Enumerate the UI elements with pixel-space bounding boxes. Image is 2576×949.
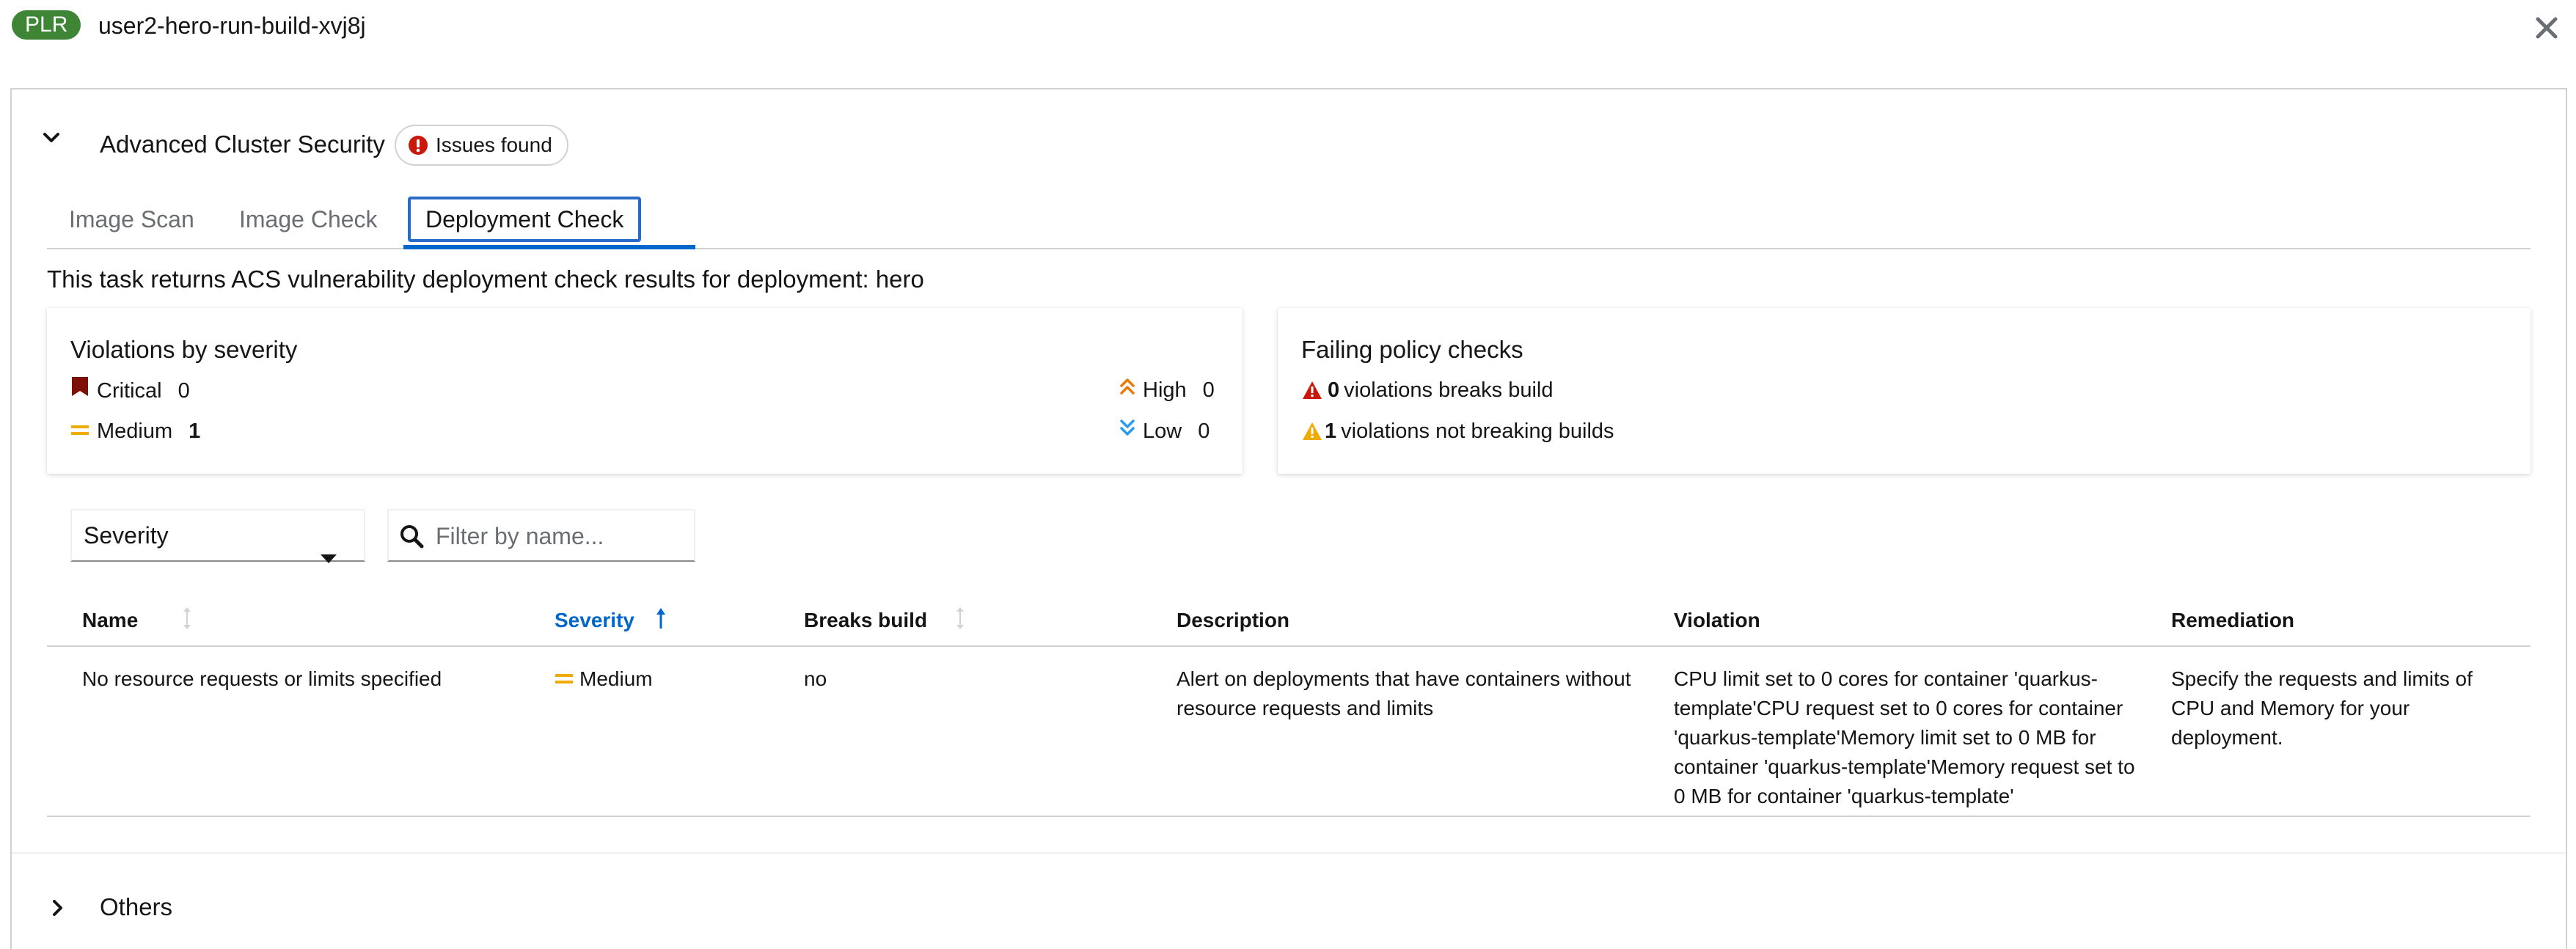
column-header-name[interactable]: Name — [82, 594, 192, 647]
arrows-alt-v-icon — [182, 606, 192, 636]
table-row: No resource requests or limits specified… — [47, 648, 2531, 817]
chevron-down-icon — [43, 133, 59, 142]
active-tab-indicator — [403, 245, 695, 249]
others-section-toggle[interactable] — [43, 893, 72, 923]
cell-name: No resource requests or limits specified — [82, 667, 442, 690]
tab-image-scan[interactable]: Image Scan — [69, 197, 194, 242]
medium-value: 1 — [189, 419, 201, 443]
not-breaking-count: 1 violations not breaking builds — [1301, 417, 1614, 446]
cell-breaks-build: no — [804, 667, 827, 690]
close-button[interactable] — [2532, 13, 2561, 43]
tab-deployment-check[interactable]: Deployment Check — [408, 197, 642, 242]
breaks-build-text: violations breaks build — [1344, 378, 1554, 402]
severity-select-value: Severity — [84, 522, 169, 549]
arrows-alt-v-icon — [955, 606, 965, 636]
table-header: Name Severity Breaks build Description V… — [47, 594, 2531, 647]
equals-icon — [70, 417, 89, 446]
low-value: 0 — [1198, 419, 1210, 443]
column-header-description: Description — [1177, 609, 1290, 631]
filter-by-name-input[interactable] — [434, 516, 684, 556]
pipeline-run-title: user2-hero-run-build-xvj8j — [98, 12, 366, 39]
chevron-right-icon — [53, 900, 62, 916]
exclamation-triangle-icon — [1303, 381, 1322, 399]
severity-value: Medium — [579, 667, 653, 690]
breaks-build-number: 0 — [1328, 378, 1340, 402]
not-breaking-text: violations not breaking builds — [1341, 419, 1614, 443]
angle-double-down-icon — [1119, 417, 1135, 446]
cell-severity: Medium — [555, 664, 653, 694]
column-label: Name — [82, 609, 139, 631]
card-title: Failing policy checks — [1301, 336, 1523, 363]
critical-label: Critical — [97, 378, 162, 403]
search-icon — [399, 524, 424, 552]
violations-by-severity-card: Violations by severity Critical 0 Medium… — [47, 308, 1243, 474]
caret-down-icon — [320, 531, 337, 581]
angle-double-up-icon — [1119, 375, 1135, 405]
issues-status-badge: Issues found — [395, 125, 568, 166]
column-header-violation: Violation — [1674, 609, 1760, 631]
equals-icon — [555, 674, 573, 684]
breaks-build-count: 0 violations breaks build — [1301, 375, 1553, 405]
medium-count: Medium 1 — [70, 417, 200, 446]
high-count: High 0 — [1119, 375, 1215, 405]
section-title: Advanced Cluster Security — [100, 131, 385, 158]
cell-description: Alert on deployments that have container… — [1177, 667, 1631, 719]
tab-image-check[interactable]: Image Check — [239, 197, 378, 242]
plr-badge: PLR — [12, 10, 81, 40]
long-arrow-up-icon — [655, 607, 667, 635]
low-label: Low — [1143, 419, 1182, 443]
drawer-header: PLR user2-hero-run-build-xvj8j — [0, 0, 2576, 59]
column-label: Breaks build — [804, 609, 928, 631]
column-header-remediation: Remediation — [2171, 609, 2295, 631]
high-label: High — [1143, 378, 1187, 402]
others-section-title: Others — [100, 893, 173, 920]
acs-section-toggle[interactable] — [37, 123, 66, 153]
critical-shield-icon — [70, 375, 89, 406]
name-filter — [387, 509, 695, 562]
task-description: This task returns ACS vulnerability depl… — [47, 265, 924, 293]
column-header-severity[interactable]: Severity — [555, 594, 667, 647]
not-breaking-number: 1 — [1325, 419, 1337, 443]
exclamation-triangle-icon — [1303, 422, 1322, 440]
cell-violation: CPU limit set to 0 cores for container '… — [1674, 667, 2135, 807]
low-count: Low 0 — [1119, 417, 1210, 446]
column-header-breaks-build[interactable]: Breaks build — [804, 594, 965, 647]
failing-policy-checks-card: Failing policy checks 0 violations break… — [1278, 308, 2531, 474]
exclamation-circle-icon — [409, 136, 428, 155]
close-icon — [2536, 17, 2558, 39]
cell-remediation: Specify the requests and limits of CPU a… — [2171, 667, 2473, 749]
section-divider — [12, 852, 2566, 854]
tab-list: Image Scan Image Check Deployment Check — [47, 189, 2531, 249]
high-value: 0 — [1202, 378, 1215, 402]
issues-status-text: Issues found — [436, 133, 552, 156]
column-label: Severity — [555, 609, 634, 631]
medium-label: Medium — [97, 419, 173, 443]
critical-count: Critical 0 — [70, 375, 190, 406]
card-title: Violations by severity — [70, 336, 298, 363]
critical-value: 0 — [178, 378, 190, 403]
severity-filter-select[interactable]: Severity — [70, 509, 365, 563]
